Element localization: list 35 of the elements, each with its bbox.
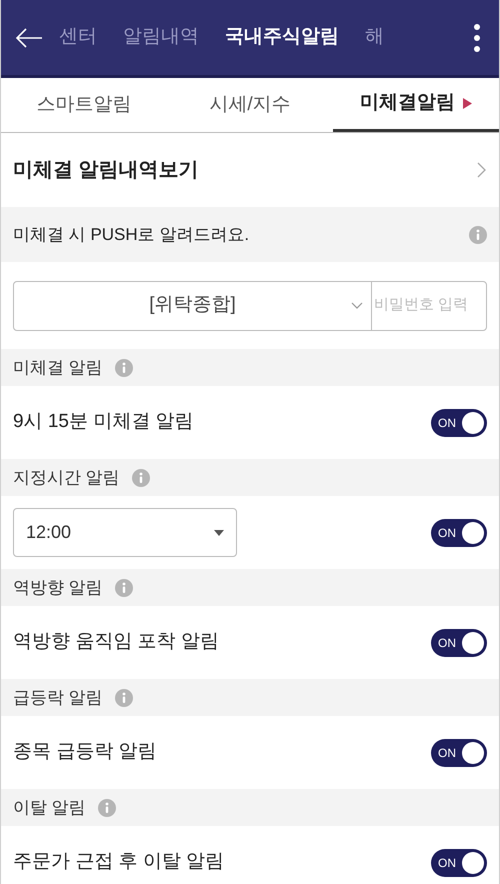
back-arrow-icon[interactable] — [15, 28, 43, 48]
section-title: 역방향 알림 — [13, 576, 103, 599]
toggle-switch[interactable]: ON — [431, 628, 487, 656]
setting-label: 주문가 근접 후 이탈 알림 — [13, 850, 224, 874]
history-link-row[interactable]: 미체결 알림내역보기 — [1, 133, 499, 207]
setting-label: 9시 15분 미체결 알림 — [13, 410, 194, 434]
chevron-right-icon — [477, 162, 487, 178]
info-icon[interactable] — [114, 688, 133, 706]
time-dropdown[interactable]: 12:00 — [13, 508, 237, 557]
caret-down-icon — [214, 530, 224, 536]
info-icon[interactable] — [132, 468, 150, 486]
sub-tab[interactable]: 스마트알림 — [1, 78, 167, 132]
toggle-switch[interactable]: ON — [431, 848, 487, 876]
info-icon[interactable] — [98, 798, 116, 816]
more-options-icon[interactable] — [473, 22, 481, 52]
sub-tab[interactable]: 시세/지수 — [167, 78, 333, 132]
toggle-switch[interactable]: ON — [431, 408, 487, 436]
section-title: 미체결 알림 — [13, 356, 103, 379]
toggle-switch[interactable]: ON — [431, 518, 487, 546]
section-title: 이탈 알림 — [13, 796, 86, 819]
info-icon[interactable] — [114, 578, 133, 596]
setting-label: 종목 급등락 알림 — [13, 740, 157, 764]
notice-text: 미체결 시 PUSH로 알려드려요. — [13, 224, 250, 246]
triangle-right-icon — [463, 98, 472, 109]
toggle-switch[interactable]: ON — [431, 738, 487, 766]
top-tab[interactable]: 알림내역 — [123, 23, 199, 52]
section-title: 지정시간 알림 — [13, 466, 120, 489]
top-tab[interactable]: 국내주식알림 — [225, 23, 339, 52]
info-icon[interactable] — [469, 226, 487, 244]
setting-label: 역방향 움직임 포착 알림 — [13, 630, 219, 654]
top-tab[interactable]: 센터 — [59, 23, 97, 52]
sub-tab[interactable]: 미체결알림 — [333, 78, 499, 132]
top-tab[interactable]: 해 — [365, 23, 384, 52]
info-icon[interactable] — [114, 358, 133, 376]
section-title: 급등락 알림 — [13, 686, 103, 709]
